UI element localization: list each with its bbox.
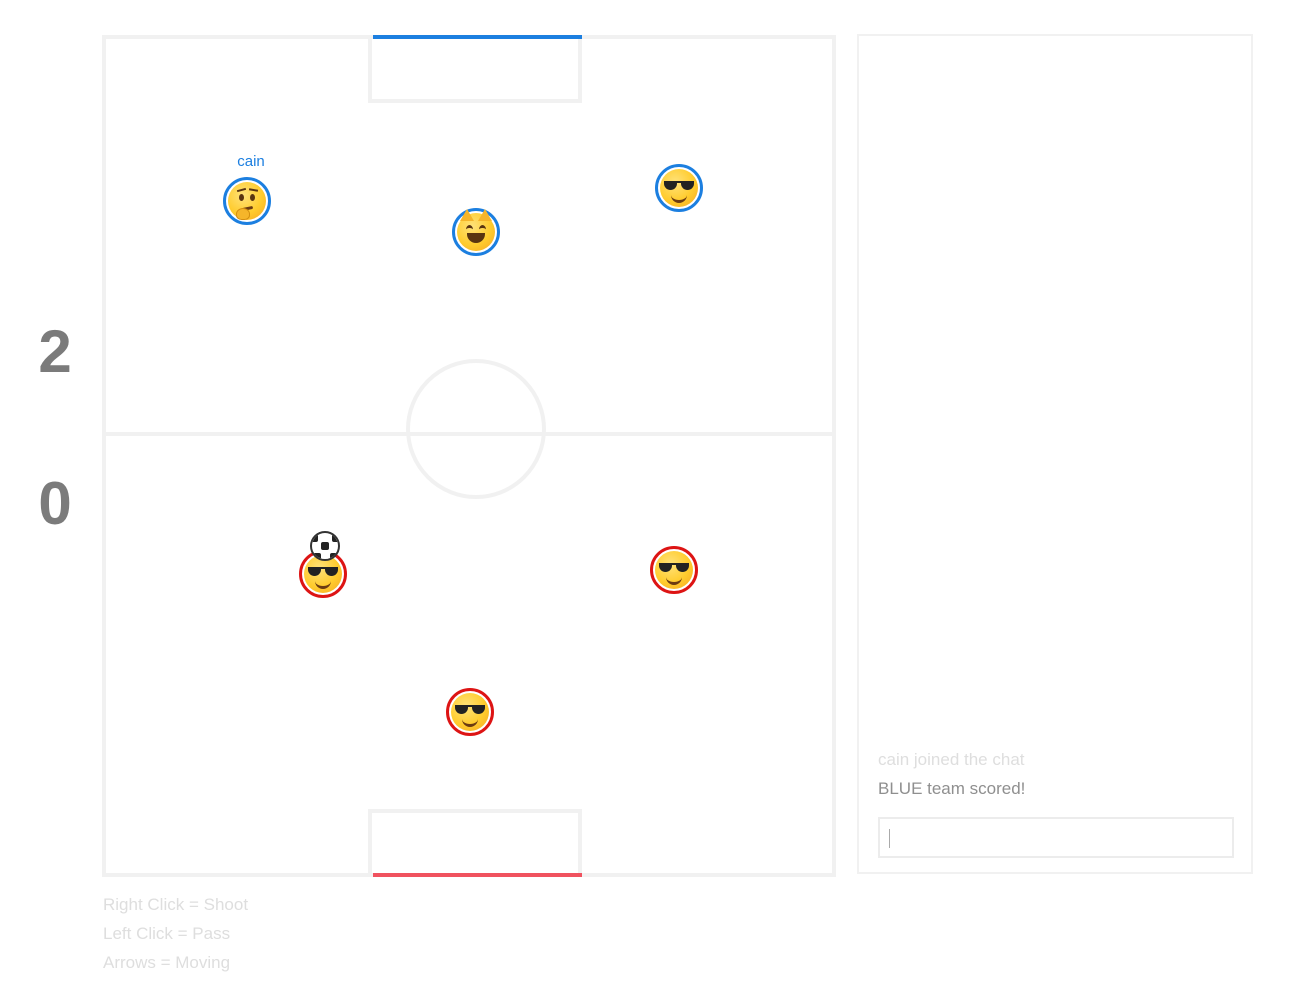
blue-player-3[interactable] [655,164,703,212]
blue-player-cain[interactable] [223,177,271,225]
top-goal-area [368,35,582,103]
bottom-goal-area [368,809,582,877]
sunglasses-face-icon [655,551,693,589]
chat-panel: cain joined the chat BLUE team scored! [857,34,1253,874]
center-circle [406,359,546,499]
sunglasses-face-icon [660,169,698,207]
thinking-face-icon [228,182,266,220]
red-player-3[interactable] [446,688,494,736]
blue-team-score: 2 [38,318,72,385]
soccer-field[interactable] [102,35,836,877]
red-goal-line [373,873,582,877]
help-shoot: Right Click = Shoot [103,895,249,914]
blue-goal-line [373,35,582,39]
sunglasses-face-icon [451,693,489,731]
chat-message: BLUE team scored! [878,779,1026,798]
grinning-cat-icon [457,209,495,251]
soccer-ball-icon [310,531,340,561]
current-player-name: cain [237,153,265,170]
red-team-score: 0 [38,470,72,537]
help-move: Arrows = Moving [103,953,231,972]
chat-input[interactable] [878,817,1234,858]
chat-message: cain joined the chat [878,750,1025,769]
help-pass: Left Click = Pass [103,924,231,943]
red-player-2[interactable] [650,546,698,594]
blue-player-2[interactable] [452,208,500,256]
text-caret [889,829,890,848]
